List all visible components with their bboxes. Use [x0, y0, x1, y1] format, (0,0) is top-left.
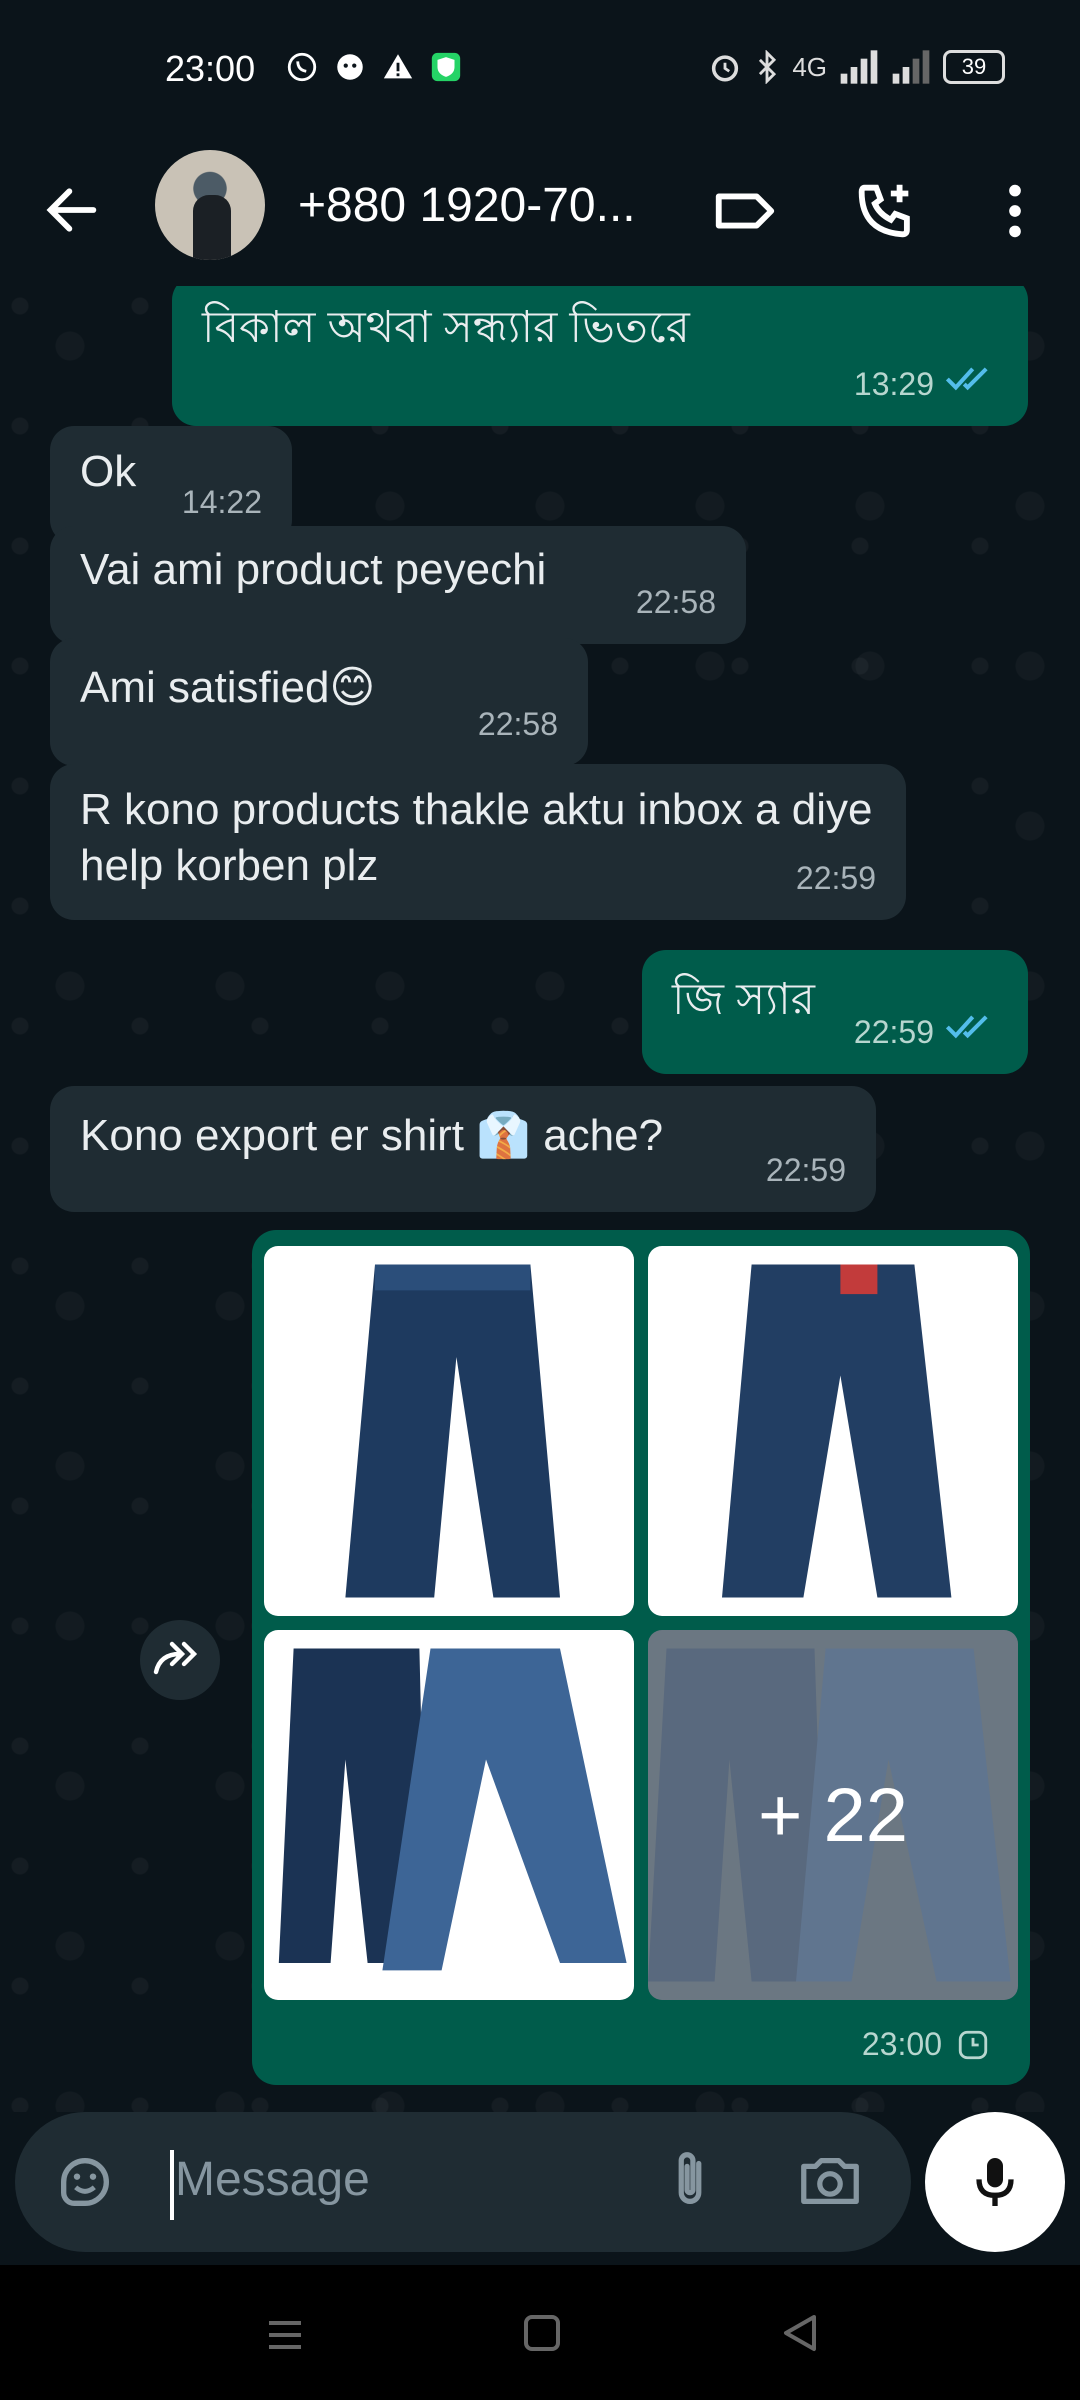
alarm-icon — [712, 55, 739, 82]
message-input[interactable]: Message — [175, 2152, 370, 2207]
mic-icon — [976, 2158, 1014, 2206]
message-bubble-incoming[interactable]: R kono products thakle aktu inbox a diye… — [50, 764, 906, 920]
shield-icon — [431, 52, 461, 82]
message-meta: 22:59 — [854, 1004, 998, 1060]
home-icon[interactable] — [522, 2313, 562, 2353]
jeans-image — [345, 1264, 560, 1598]
signal-4g-icon — [840, 50, 878, 84]
message-time: 22:59 — [765, 1152, 846, 1188]
jeans-image — [722, 1264, 952, 1598]
message-time: 13:29 — [853, 366, 934, 402]
recents-icon[interactable] — [265, 2315, 305, 2355]
forward-icon — [153, 1641, 198, 1675]
battery-level: 39 — [961, 54, 987, 79]
photo-thumbnail[interactable] — [264, 1630, 634, 2000]
mic-button[interactable] — [925, 2112, 1065, 2252]
camera-icon[interactable] — [795, 2146, 865, 2216]
forward-button[interactable] — [140, 1620, 220, 1700]
message-text: Kono export er shirt 👔 ache? — [80, 1111, 664, 1160]
message-text: জি স্যার — [672, 975, 815, 1024]
message-text: Vai ami product peyechi — [80, 545, 547, 594]
battery-icon: 39 — [943, 50, 1005, 84]
jeans-image — [278, 1648, 627, 1971]
photo-thumbnail[interactable] — [264, 1246, 634, 1616]
label-icon[interactable] — [710, 176, 780, 246]
signal-icon — [892, 50, 930, 84]
read-tick-icon — [944, 356, 998, 412]
message-meta: 13:29 — [854, 356, 998, 412]
avatar[interactable] — [155, 150, 265, 260]
more-vert-icon[interactable] — [980, 176, 1050, 246]
add-call-icon[interactable] — [850, 176, 920, 246]
pending-clock-icon — [958, 2030, 988, 2059]
message-input-bar[interactable]: Message — [15, 2112, 911, 2252]
whatsapp-call-icon — [287, 52, 317, 82]
message-bubble-outgoing[interactable]: বিকাল অথবা সন্ধ্যার ভিতরে 13:29 — [172, 286, 1028, 426]
system-nav-bar — [0, 2265, 1080, 2400]
back-icon[interactable] — [780, 2313, 820, 2353]
warning-icon — [383, 54, 413, 79]
back-arrow-icon[interactable] — [40, 178, 104, 242]
message-time: 22:59 — [853, 1014, 934, 1050]
photo-album-message[interactable]: + 22 23:00 — [252, 1230, 1030, 2085]
text-cursor — [170, 2150, 174, 2220]
bluetooth-icon — [759, 50, 777, 84]
sticker-icon[interactable] — [53, 2150, 117, 2214]
status-bar: 23:00 4G 39 — [0, 0, 1080, 140]
chat-header: +880 1920-70... — [0, 140, 1080, 286]
status-icons-left — [285, 50, 463, 84]
message-meta: 23:00 — [862, 2026, 990, 2063]
read-tick-icon — [944, 1004, 998, 1060]
attach-icon[interactable] — [655, 2146, 725, 2216]
message-text: Ami satisfied😊 — [80, 663, 376, 712]
status-icons-right: 4G 39 — [708, 50, 1005, 84]
message-bubble-incoming[interactable]: Ami satisfied😊 22:58 — [50, 638, 588, 766]
photo-thumbnail[interactable] — [648, 1246, 1018, 1616]
network-type: 4G — [792, 51, 827, 82]
message-time: 22:59 — [795, 860, 876, 896]
message-text: বিকাল অথবা সন্ধ্যার ভিতরে — [202, 303, 690, 352]
message-text: Ok — [80, 447, 137, 496]
message-text: R kono products thakle aktu inbox a diye… — [80, 785, 873, 890]
status-time: 23:00 — [165, 48, 256, 89]
message-time: 22:58 — [477, 706, 558, 742]
photo-thumbnail[interactable]: + 22 — [648, 1630, 1018, 2000]
message-time: 22:58 — [635, 584, 716, 620]
message-bubble-outgoing[interactable]: জি স্যার 22:59 — [642, 950, 1028, 1074]
message-time: 14:22 — [181, 484, 262, 520]
message-bubble-incoming[interactable]: Kono export er shirt 👔 ache? 22:59 — [50, 1086, 876, 1212]
message-bubble-incoming[interactable]: Vai ami product peyechi 22:58 — [50, 526, 746, 644]
app-notification-icon — [337, 54, 363, 80]
contact-name[interactable]: +880 1920-70... — [298, 178, 636, 233]
message-time: 23:00 — [861, 2026, 942, 2062]
more-photos-overlay[interactable]: + 22 — [648, 1630, 1018, 2000]
